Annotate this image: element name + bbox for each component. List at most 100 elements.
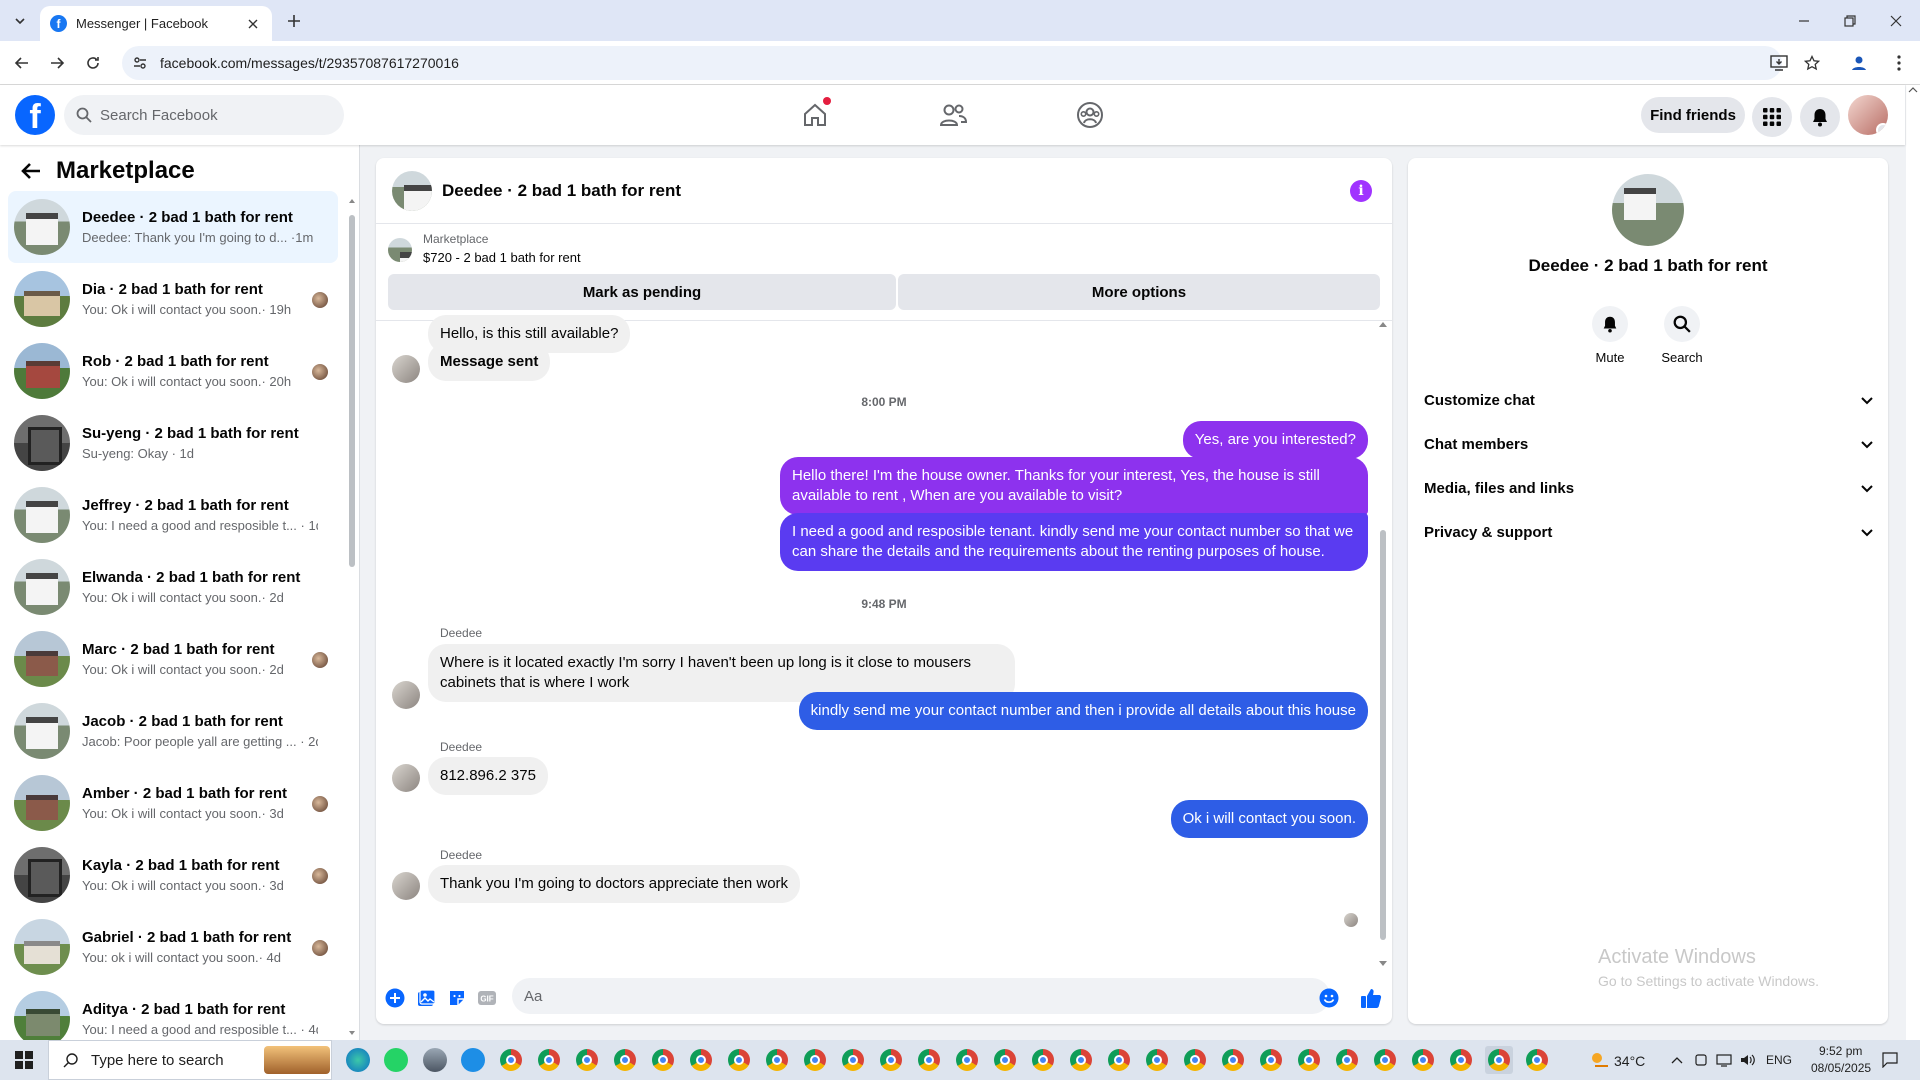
input-language[interactable]: ENG <box>1766 1053 1792 1067</box>
conversation-item[interactable]: Gabriel · 2 bad 1 bath for rent You: ok i… <box>8 911 338 983</box>
chrome-window-icon[interactable] <box>1485 1046 1513 1074</box>
chrome-window-icon[interactable] <box>1333 1046 1361 1074</box>
conversation-item[interactable]: Elwanda · 2 bad 1 bath for rent You: Ok i… <box>8 551 338 623</box>
chrome-window-icon[interactable] <box>649 1046 677 1074</box>
clock-time[interactable]: 9:52 pm <box>1819 1044 1862 1058</box>
notification-center-button[interactable] <box>1876 1046 1904 1074</box>
chrome-window-icon[interactable] <box>573 1046 601 1074</box>
nav-friends[interactable] <box>931 93 975 137</box>
nav-groups[interactable] <box>1068 93 1112 137</box>
mark-as-pending-button[interactable]: Mark as pending <box>388 274 896 310</box>
chrome-window-icon[interactable] <box>535 1046 563 1074</box>
more-actions-button[interactable] <box>384 987 406 1009</box>
conversation-item[interactable]: Kayla · 2 bad 1 bath for rent You: Ok i w… <box>8 839 338 911</box>
chrome-window-icon[interactable] <box>801 1046 829 1074</box>
minimize-button[interactable] <box>1781 0 1827 41</box>
chrome-window-icon[interactable] <box>725 1046 753 1074</box>
media-files-links-row[interactable]: Media, files and links <box>1424 466 1874 510</box>
search-conversation-button[interactable]: Search <box>1652 306 1712 365</box>
conversation-item[interactable]: Deedee · 2 bad 1 bath for rent Deedee: Th… <box>8 191 338 263</box>
cortana-landscape-icon[interactable] <box>262 1046 332 1074</box>
scrollbar-thumb[interactable] <box>1380 530 1386 940</box>
conversation-item[interactable]: Su-yeng · 2 bad 1 bath for rent Su-yeng: … <box>8 407 338 479</box>
chrome-window-icon[interactable] <box>1067 1046 1095 1074</box>
nav-home[interactable] <box>793 93 837 137</box>
forward-button[interactable] <box>42 48 72 78</box>
chrome-window-icon[interactable] <box>839 1046 867 1074</box>
bookmark-button[interactable] <box>1797 48 1827 78</box>
sticker-button[interactable] <box>446 987 468 1009</box>
chrome-window-icon[interactable] <box>1409 1046 1437 1074</box>
reload-button[interactable] <box>78 48 108 78</box>
new-tab-button[interactable] <box>282 9 306 33</box>
facebook-search-input[interactable] <box>100 106 320 124</box>
chrome-window-icon[interactable] <box>497 1046 525 1074</box>
whatsapp-icon[interactable] <box>382 1046 410 1074</box>
emoji-button[interactable] <box>1318 987 1340 1009</box>
privacy-support-row[interactable]: Privacy & support <box>1424 510 1874 554</box>
chrome-window-icon[interactable] <box>877 1046 905 1074</box>
page-scrollbar[interactable] <box>1906 85 1920 1040</box>
chrome-window-icon[interactable] <box>687 1046 715 1074</box>
tab-search-button[interactable] <box>8 9 32 33</box>
chat-avatar[interactable] <box>392 170 432 211</box>
close-window-button[interactable] <box>1873 0 1919 41</box>
start-button[interactable] <box>0 1040 48 1080</box>
restore-button[interactable] <box>1827 0 1873 41</box>
weather-icon[interactable] <box>1586 1046 1614 1074</box>
chrome-window-icon[interactable] <box>953 1046 981 1074</box>
find-friends-button[interactable]: Find friends <box>1641 97 1745 133</box>
profile-button[interactable] <box>1844 48 1874 78</box>
gif-button[interactable]: GIF <box>476 987 498 1009</box>
chrome-window-icon[interactable] <box>763 1046 791 1074</box>
chrome-window-icon[interactable] <box>611 1046 639 1074</box>
facebook-logo-icon[interactable]: f <box>15 95 55 135</box>
conversation-item[interactable]: Dia · 2 bad 1 bath for rent You: Ok i wil… <box>8 263 338 335</box>
chrome-window-icon[interactable] <box>1105 1046 1133 1074</box>
browser-tab-messenger[interactable]: f Messenger | Facebook <box>40 6 272 41</box>
conversation-item[interactable]: Jeffrey · 2 bad 1 bath for rent You: I ne… <box>8 479 338 551</box>
install-app-button[interactable] <box>1764 48 1794 78</box>
file-explorer-icon[interactable] <box>459 1046 487 1074</box>
chrome-window-icon[interactable] <box>1295 1046 1323 1074</box>
mute-button[interactable]: Mute <box>1580 306 1640 365</box>
browser-menu-button[interactable] <box>1884 48 1914 78</box>
chrome-window-icon[interactable] <box>1219 1046 1247 1074</box>
notifications-button[interactable] <box>1800 97 1840 137</box>
volume-icon[interactable] <box>1734 1046 1762 1074</box>
chrome-window-icon[interactable] <box>1029 1046 1057 1074</box>
chrome-window-icon[interactable] <box>1257 1046 1285 1074</box>
chrome-window-icon[interactable] <box>1181 1046 1209 1074</box>
chrome-window-icon[interactable] <box>915 1046 943 1074</box>
conversation-list-scrollbar[interactable] <box>348 197 356 1037</box>
chrome-window-icon[interactable] <box>1143 1046 1171 1074</box>
back-button[interactable] <box>7 48 37 78</box>
message-input[interactable] <box>512 978 1330 1014</box>
conversation-item[interactable]: Rob · 2 bad 1 bath for rent You: Ok i wil… <box>8 335 338 407</box>
profile-avatar[interactable] <box>1612 174 1684 246</box>
chat-title[interactable]: Deedee · 2 bad 1 bath for rent <box>442 181 681 201</box>
edge-icon[interactable] <box>344 1046 372 1074</box>
account-avatar[interactable] <box>1848 95 1888 135</box>
clock-date[interactable]: 08/05/2025 <box>1811 1061 1871 1075</box>
chrome-window-icon[interactable] <box>1523 1046 1551 1074</box>
attach-media-button[interactable] <box>415 987 437 1009</box>
conversation-item[interactable]: Marc · 2 bad 1 bath for rent You: Ok i wi… <box>8 623 338 695</box>
message-scrollbar[interactable] <box>1378 320 1388 970</box>
conversation-item[interactable]: Amber · 2 bad 1 bath for rent You: Ok i w… <box>8 767 338 839</box>
chrome-window-icon[interactable] <box>1371 1046 1399 1074</box>
like-send-button[interactable] <box>1359 987 1383 1009</box>
facebook-search-box[interactable] <box>64 95 344 135</box>
conversation-item[interactable]: Aditya · 2 bad 1 bath for rent You: I nee… <box>8 983 338 1040</box>
address-bar[interactable]: facebook.com/messages/t/2935708761727001… <box>122 46 1782 80</box>
back-arrow-icon[interactable] <box>20 160 42 182</box>
more-options-button[interactable]: More options <box>898 274 1380 310</box>
conversation-info-icon[interactable]: i <box>1350 180 1372 202</box>
customize-chat-row[interactable]: Customize chat <box>1424 378 1874 422</box>
chat-members-row[interactable]: Chat members <box>1424 422 1874 466</box>
listing-info[interactable]: Marketplace $720 - 2 bad 1 bath for rent <box>388 232 581 265</box>
conversation-item[interactable]: Jacob · 2 bad 1 bath for rent Jacob: Poor… <box>8 695 338 767</box>
scrollbar-thumb[interactable] <box>349 215 355 567</box>
menu-button[interactable] <box>1752 97 1792 137</box>
chrome-window-icon[interactable] <box>991 1046 1019 1074</box>
